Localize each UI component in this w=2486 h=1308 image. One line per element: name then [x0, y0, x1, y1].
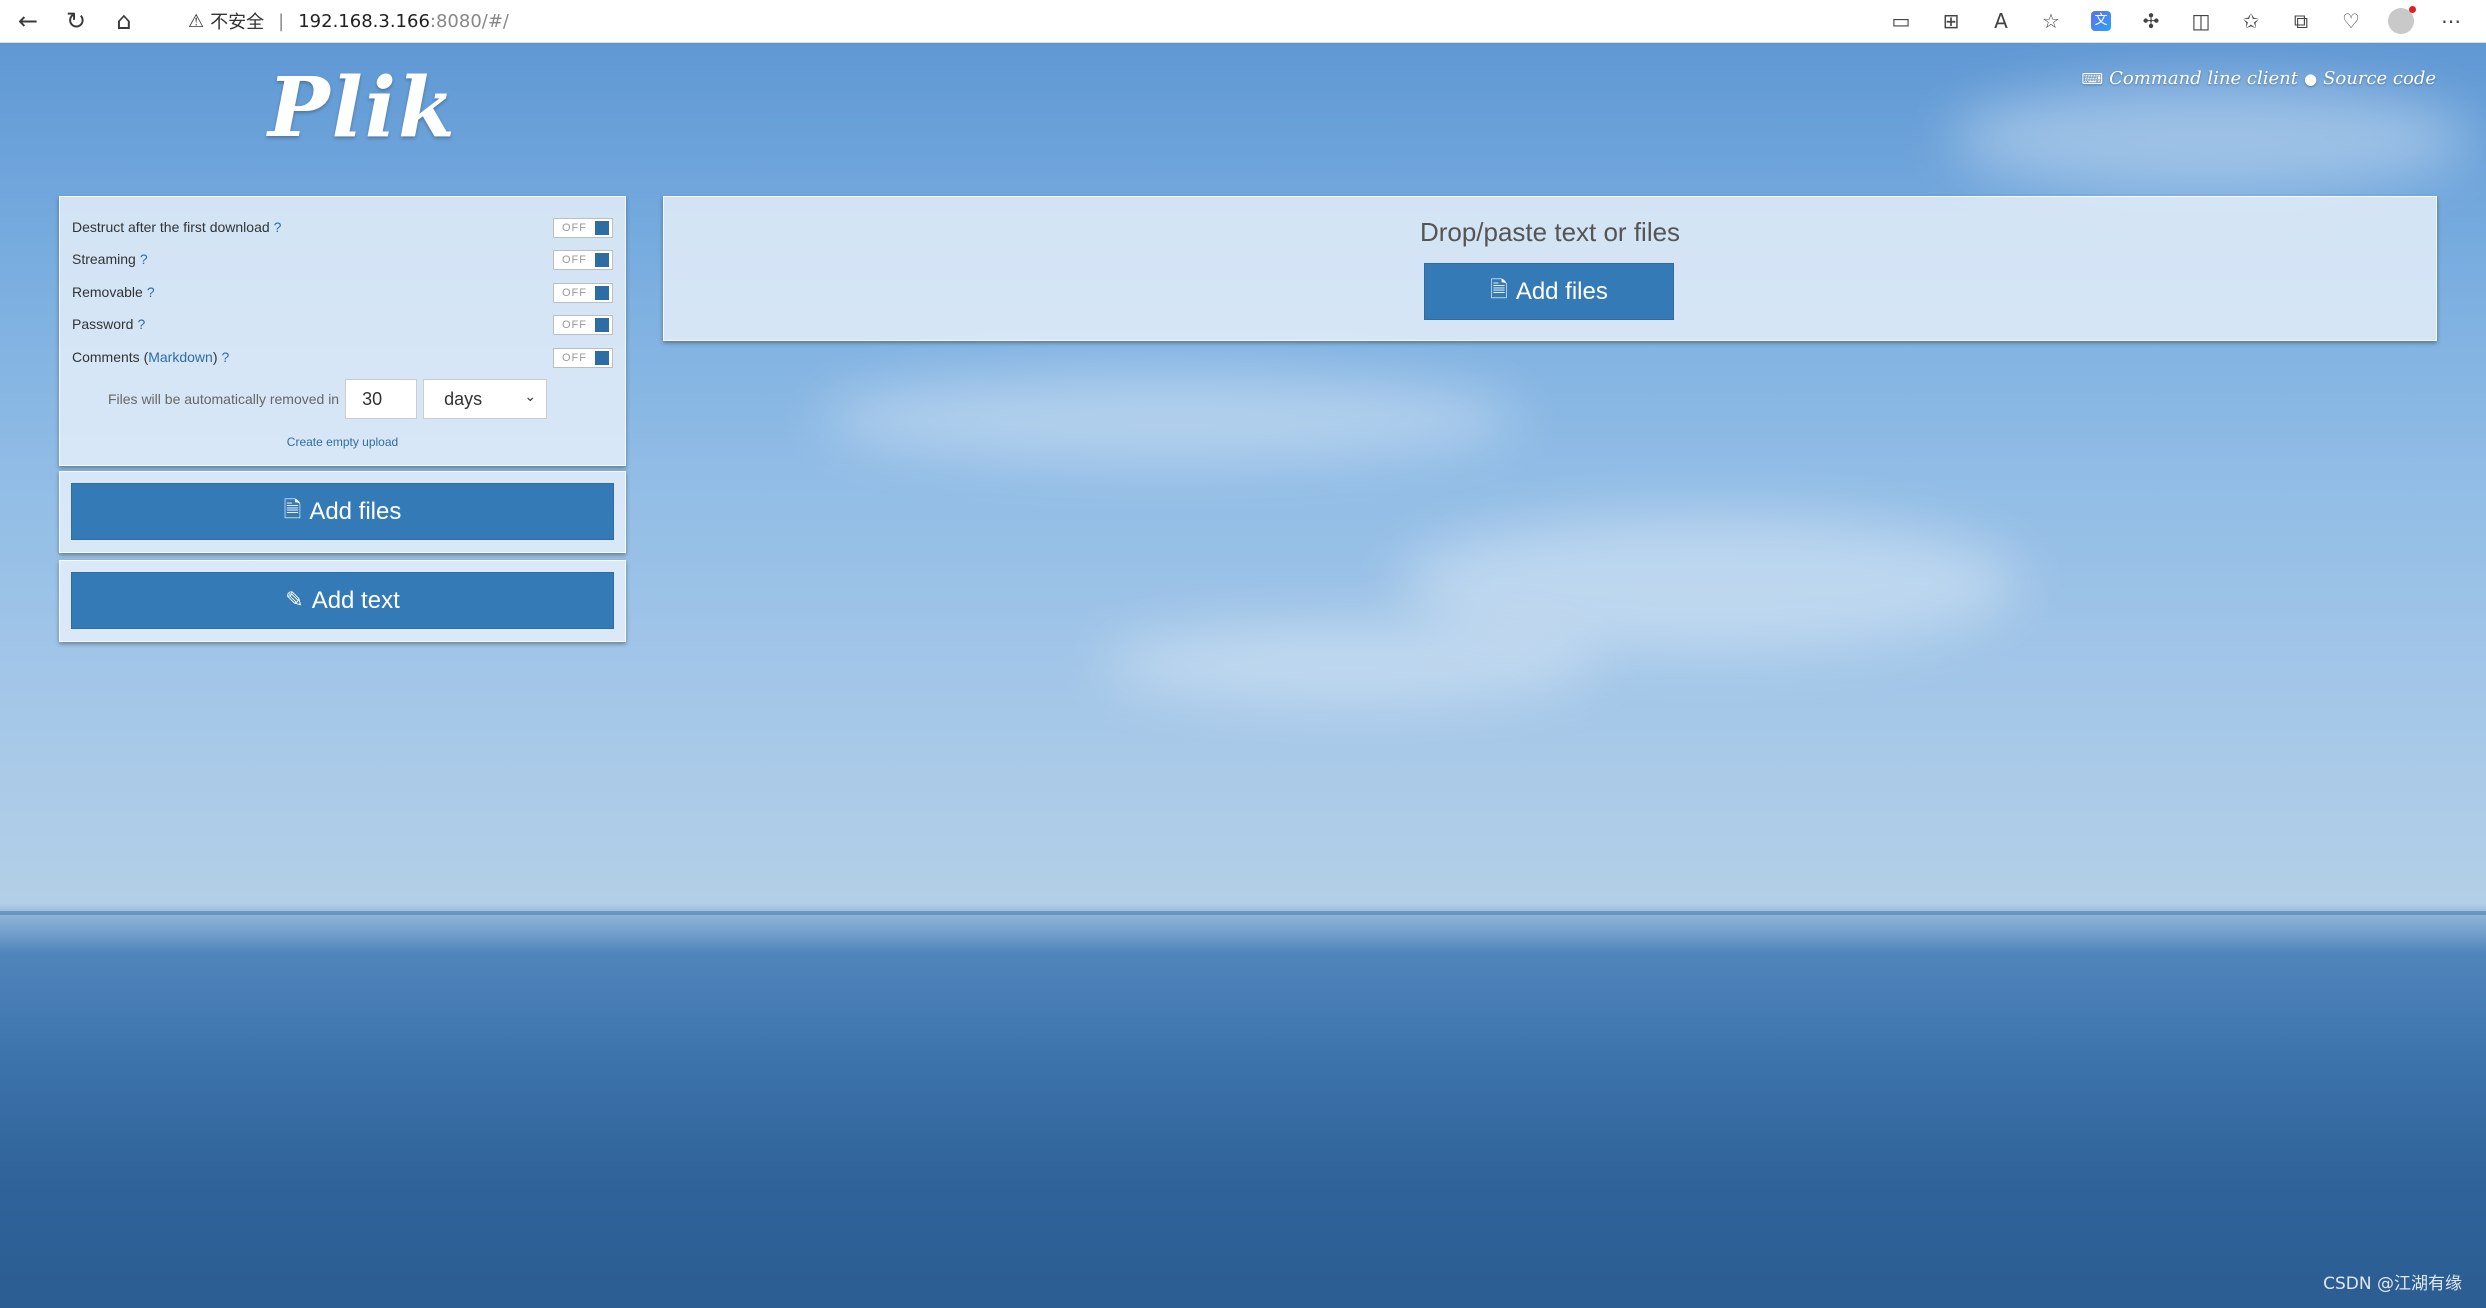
back-icon[interactable]: ← [8, 1, 48, 41]
add-files-label: Add files [309, 497, 402, 525]
help-link[interactable]: ? [137, 316, 145, 332]
security-label: 不安全 [210, 12, 265, 33]
option-comments: Comments (Markdown)? [72, 349, 229, 365]
drop-zone-title: Drop/paste text or files [1419, 217, 1681, 247]
help-link[interactable]: ? [140, 251, 148, 267]
help-link[interactable]: ? [274, 219, 282, 235]
add-text-button[interactable]: ✎ Add text [71, 572, 614, 629]
toggle-destruct[interactable]: OFF [553, 218, 613, 238]
browser-toolbar: ← ↻ ⌂ ⚠ 不安全 | 192.168.3.166:8080/#/ ▭ ⊞ … [0, 0, 2486, 43]
screen-cast-icon[interactable]: ▭ [1876, 1, 1926, 41]
option-label: Comments ( [72, 349, 149, 365]
drop-zone[interactable]: Drop/paste text or files 🗎 Add files [663, 196, 2437, 341]
option-suffix: ) [212, 349, 218, 365]
option-destruct: Destruct after the first download? [72, 219, 281, 235]
toggle-knob [595, 351, 609, 365]
option-streaming: Streaming? [72, 251, 148, 267]
toggle-state: OFF [562, 319, 587, 331]
collections-icon[interactable]: ⧉ [2276, 1, 2326, 41]
horizon [0, 911, 2486, 915]
help-link[interactable]: ? [222, 349, 230, 365]
file-icon: 🗎 [1490, 277, 1508, 303]
translator-extension-icon[interactable]: 文 [2076, 1, 2126, 41]
add-text-label: Add text [311, 586, 400, 614]
create-empty-upload-link[interactable]: Create empty upload [60, 435, 625, 449]
toggle-state: OFF [562, 287, 587, 299]
markdown-link[interactable]: Markdown [148, 349, 213, 365]
read-aloud-icon[interactable]: A [1976, 1, 2026, 41]
home-icon[interactable]: ⌂ [104, 1, 144, 41]
watermark: CSDN @江湖有缘 [2323, 1274, 2462, 1294]
profile-icon[interactable] [2376, 1, 2426, 41]
address-path: :8080/#/ [429, 10, 509, 32]
option-removable: Removable? [72, 284, 155, 300]
address-separator: | [278, 10, 285, 32]
warning-icon: ⚠ [188, 10, 205, 32]
toggle-removable[interactable]: OFF [553, 283, 613, 303]
refresh-icon[interactable]: ↻ [56, 1, 96, 41]
file-icon: 🗎 [283, 497, 302, 523]
add-text-panel: ✎ Add text [59, 560, 626, 642]
logo[interactable]: Plik [268, 60, 457, 156]
address-bar[interactable]: ⚠ 不安全 | 192.168.3.166:8080/#/ [188, 5, 1788, 37]
favorites-bar-icon[interactable]: ✩ [2226, 1, 2276, 41]
ttl-value: 30 [362, 388, 383, 409]
upload-settings-panel: Destruct after the first download? OFF S… [59, 196, 626, 466]
keyboard-icon: ⌨ [2081, 69, 2104, 88]
toggle-password[interactable]: OFF [553, 315, 613, 335]
github-icon: ● [2303, 69, 2318, 88]
ttl-value-input[interactable]: 30 [345, 379, 418, 419]
toggle-comments[interactable]: OFF [553, 348, 613, 368]
source-link[interactable]: Source code [2323, 68, 2436, 89]
toggle-state: OFF [562, 222, 587, 234]
drop-zone-add-files-button[interactable]: 🗎 Add files [1424, 263, 1674, 320]
extension-icon[interactable]: ✣ [2126, 1, 2176, 41]
split-screen-icon[interactable]: ◫ [2176, 1, 2226, 41]
drop-zone-add-files-label: Add files [1515, 277, 1608, 305]
help-link[interactable]: ? [147, 284, 155, 300]
cloud [1100, 623, 1600, 703]
option-label: Destruct after the first download [72, 219, 270, 235]
toggle-streaming[interactable]: OFF [553, 250, 613, 270]
option-label: Password [72, 316, 134, 332]
ttl-label: Files will be automatically removed in [108, 391, 340, 407]
pencil-icon: ✎ [285, 588, 304, 613]
add-files-button[interactable]: 🗎 Add files [71, 483, 614, 540]
cli-link[interactable]: Command line client [2109, 68, 2298, 89]
header-links: ⌨ Command line client ● Source code [2081, 68, 2436, 89]
toggle-knob [595, 286, 609, 300]
ttl-unit: days [444, 388, 483, 409]
browser-toolbar-right: ▭ ⊞ A ☆ 文 ✣ ◫ ✩ ⧉ ♡ ⋯ [1876, 0, 2476, 42]
toggle-state: OFF [562, 352, 587, 364]
option-password: Password? [72, 316, 145, 332]
address-host: 192.168.3.166 [298, 10, 430, 32]
favorite-icon[interactable]: ☆ [2026, 1, 2076, 41]
ttl-row: Files will be automatically removed in 3… [108, 379, 548, 419]
apps-icon[interactable]: ⊞ [1926, 1, 1976, 41]
performance-icon[interactable]: ♡ [2326, 1, 2376, 41]
cloud [1950, 83, 2470, 193]
toggle-knob [595, 253, 609, 267]
toggle-knob [595, 318, 609, 332]
toggle-knob [595, 221, 609, 235]
cloud [820, 373, 1520, 463]
option-label: Streaming [72, 251, 136, 267]
toggle-state: OFF [562, 254, 587, 266]
chevron-down-icon: ⌄ [524, 389, 537, 405]
option-label: Removable [72, 284, 143, 300]
ttl-unit-select[interactable]: days ⌄ [423, 379, 548, 419]
more-icon[interactable]: ⋯ [2426, 1, 2476, 41]
add-files-panel: 🗎 Add files [59, 471, 626, 553]
